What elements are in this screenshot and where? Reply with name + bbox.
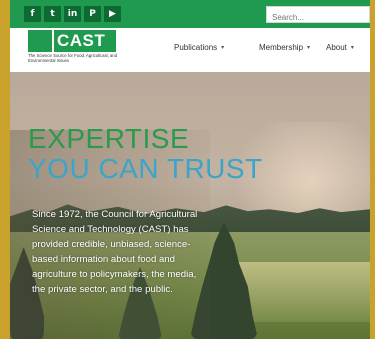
logo-tagline: The Science Source for Food, Agricultura… bbox=[28, 53, 118, 63]
chevron-down-icon: ▾ bbox=[350, 45, 354, 51]
hero-banner: EXPERTISE YOU CAN TRUST Since 1972, the … bbox=[10, 72, 370, 339]
search-box bbox=[266, 6, 370, 25]
hero-description: Since 1972, the Council for Agricultural… bbox=[32, 209, 198, 295]
social-icons: f t in P ▶ bbox=[24, 6, 121, 22]
facebook-icon[interactable]: f bbox=[24, 6, 41, 22]
nav-about[interactable]: About ▾ bbox=[326, 43, 354, 52]
chevron-down-icon: ▾ bbox=[307, 45, 311, 51]
search-input[interactable] bbox=[267, 10, 369, 25]
logo-mark: CAST bbox=[28, 30, 116, 52]
hero-headline: EXPERTISE YOU CAN TRUST bbox=[28, 124, 263, 184]
hero-headline-line-2: YOU CAN TRUST bbox=[28, 153, 263, 184]
social-bar: f t in P ▶ bbox=[10, 0, 370, 28]
main-header: CAST The Science Source for Food, Agricu… bbox=[10, 28, 370, 72]
site-frame: f t in P ▶ CAST The Science Source for F… bbox=[10, 0, 370, 339]
logo-square bbox=[28, 30, 52, 52]
hero-headline-line-1: EXPERTISE bbox=[28, 123, 190, 154]
youtube-icon[interactable]: ▶ bbox=[104, 6, 121, 22]
nav-publications[interactable]: Publications ▾ bbox=[174, 43, 224, 52]
nav-membership[interactable]: Membership ▾ bbox=[259, 43, 310, 52]
chevron-down-icon: ▾ bbox=[221, 45, 225, 51]
twitter-icon[interactable]: t bbox=[44, 6, 61, 22]
logo-wordmark: CAST bbox=[52, 30, 116, 52]
pinterest-icon[interactable]: P bbox=[84, 6, 101, 22]
nav-membership-label: Membership bbox=[259, 43, 304, 52]
linkedin-icon[interactable]: in bbox=[64, 6, 81, 22]
nav-publications-label: Publications bbox=[174, 43, 218, 52]
nav-about-label: About bbox=[326, 43, 347, 52]
cast-logo[interactable]: CAST The Science Source for Food, Agricu… bbox=[28, 30, 118, 68]
